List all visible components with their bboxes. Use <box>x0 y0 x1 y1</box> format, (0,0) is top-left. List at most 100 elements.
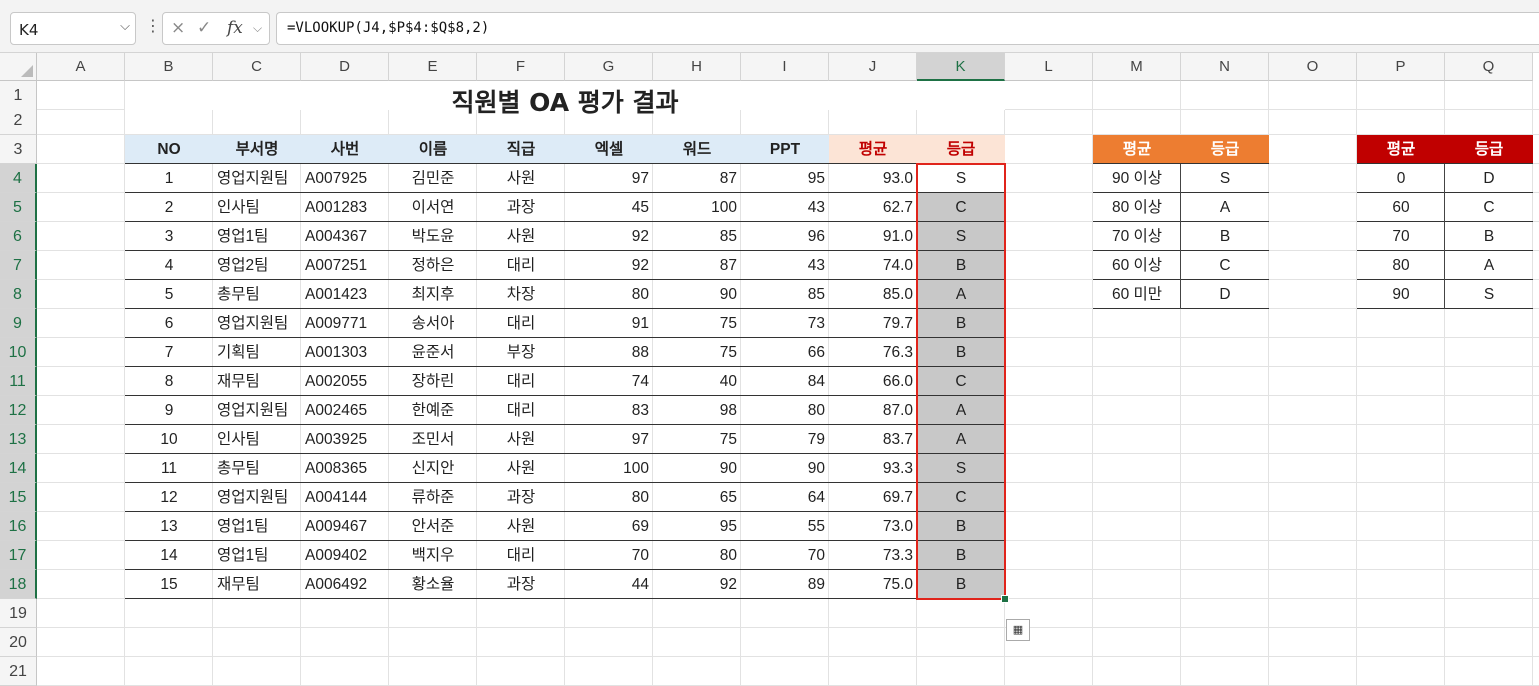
row-header-12[interactable]: 12 <box>0 396 37 425</box>
table-cell[interactable]: 69.7 <box>829 483 917 512</box>
table-cell[interactable]: A002465 <box>301 396 389 425</box>
table-cell[interactable]: 영업지원팀 <box>213 396 301 425</box>
row-header-9[interactable]: 9 <box>0 309 37 338</box>
table-cell[interactable]: 76.3 <box>829 338 917 367</box>
table-cell[interactable]: 대리 <box>477 309 565 338</box>
row-header-20[interactable]: 20 <box>0 628 37 657</box>
table-cell[interactable]: 백지우 <box>389 541 477 570</box>
table-cell[interactable]: 영업1팀 <box>213 512 301 541</box>
table-cell[interactable]: 영업지원팀 <box>213 483 301 512</box>
row-header-16[interactable]: 16 <box>0 512 37 541</box>
quick-analysis-icon[interactable]: ▦ <box>1006 619 1030 641</box>
grade-table-2-cell[interactable]: C <box>1445 193 1533 222</box>
table-cell[interactable]: 85 <box>653 222 741 251</box>
table-cell[interactable]: 80 <box>565 280 653 309</box>
table-cell[interactable]: 84 <box>741 367 829 396</box>
column-header-d[interactable]: D <box>301 53 389 81</box>
grade-table-2-cell[interactable]: S <box>1445 280 1533 309</box>
grade-table-1-cell[interactable]: B <box>1181 222 1269 251</box>
table-cell[interactable]: 4 <box>125 251 213 280</box>
row-header-21[interactable]: 21 <box>0 657 37 686</box>
row-header-6[interactable]: 6 <box>0 222 37 251</box>
table-cell[interactable]: 황소율 <box>389 570 477 599</box>
table-cell[interactable]: 사원 <box>477 425 565 454</box>
column-header-g[interactable]: G <box>565 53 653 81</box>
column-header-q[interactable]: Q <box>1445 53 1533 81</box>
table-cell[interactable]: 8 <box>125 367 213 396</box>
table-cell[interactable]: 79 <box>741 425 829 454</box>
table-cell[interactable]: 69 <box>565 512 653 541</box>
table-cell[interactable]: 74 <box>565 367 653 396</box>
table-cell[interactable]: 최지후 <box>389 280 477 309</box>
table-cell[interactable]: 12 <box>125 483 213 512</box>
table-cell[interactable]: 73.0 <box>829 512 917 541</box>
row-header-11[interactable]: 11 <box>0 367 37 396</box>
table-cell[interactable]: 13 <box>125 512 213 541</box>
table-cell[interactable]: 15 <box>125 570 213 599</box>
table-cell[interactable]: 100 <box>565 454 653 483</box>
table-cell[interactable]: A007251 <box>301 251 389 280</box>
table-cell[interactable]: 92 <box>653 570 741 599</box>
table-cell[interactable]: 87 <box>653 251 741 280</box>
column-header-e[interactable]: E <box>389 53 477 81</box>
table-cell[interactable]: 66 <box>741 338 829 367</box>
table-cell[interactable]: 75 <box>653 338 741 367</box>
column-header-k[interactable]: K <box>917 53 1005 81</box>
grade-table-2-cell[interactable]: 90 <box>1357 280 1445 309</box>
table-cell[interactable]: 대리 <box>477 396 565 425</box>
column-header-n[interactable]: N <box>1181 53 1269 81</box>
table-cell[interactable]: A009402 <box>301 541 389 570</box>
table-cell[interactable]: 사원 <box>477 222 565 251</box>
table-cell[interactable]: 사원 <box>477 164 565 193</box>
table-cell[interactable]: 98 <box>653 396 741 425</box>
grade-table-2-cell[interactable]: 70 <box>1357 222 1445 251</box>
table-cell[interactable]: A002055 <box>301 367 389 396</box>
active-cell[interactable] <box>917 164 1005 193</box>
column-header-i[interactable]: I <box>741 53 829 81</box>
table-cell[interactable]: 과장 <box>477 193 565 222</box>
row-header-5[interactable]: 5 <box>0 193 37 222</box>
table-cell[interactable]: 44 <box>565 570 653 599</box>
row-header-14[interactable]: 14 <box>0 454 37 483</box>
table-cell[interactable]: 류하준 <box>389 483 477 512</box>
table-cell[interactable]: 97 <box>565 425 653 454</box>
table-cell[interactable]: 45 <box>565 193 653 222</box>
row-header-2[interactable]: 2 <box>0 106 37 135</box>
table-cell[interactable]: A009771 <box>301 309 389 338</box>
column-header-p[interactable]: P <box>1357 53 1445 81</box>
table-cell[interactable]: 이서연 <box>389 193 477 222</box>
table-cell[interactable]: 14 <box>125 541 213 570</box>
table-cell[interactable]: 한예준 <box>389 396 477 425</box>
table-cell[interactable]: 73.3 <box>829 541 917 570</box>
table-cell[interactable]: 인사팀 <box>213 193 301 222</box>
table-cell[interactable]: 96 <box>741 222 829 251</box>
table-cell[interactable]: 65 <box>653 483 741 512</box>
table-cell[interactable]: A004144 <box>301 483 389 512</box>
table-cell[interactable]: 85.0 <box>829 280 917 309</box>
table-cell[interactable]: 85 <box>741 280 829 309</box>
table-cell[interactable]: 95 <box>653 512 741 541</box>
row-header-3[interactable]: 3 <box>0 135 37 164</box>
table-cell[interactable]: A003925 <box>301 425 389 454</box>
table-cell[interactable]: 인사팀 <box>213 425 301 454</box>
row-header-13[interactable]: 13 <box>0 425 37 454</box>
table-cell[interactable]: 영업2팀 <box>213 251 301 280</box>
table-cell[interactable]: 80 <box>653 541 741 570</box>
grade-table-1-cell[interactable]: 60 미만 <box>1093 280 1181 309</box>
column-header-l[interactable]: L <box>1005 53 1093 81</box>
table-cell[interactable]: 7 <box>125 338 213 367</box>
table-cell[interactable]: 80 <box>565 483 653 512</box>
table-cell[interactable]: 88 <box>565 338 653 367</box>
grade-table-1-cell[interactable]: S <box>1181 164 1269 193</box>
selection-range[interactable] <box>916 163 1006 600</box>
table-cell[interactable]: 총무팀 <box>213 454 301 483</box>
table-cell[interactable]: 윤준서 <box>389 338 477 367</box>
table-cell[interactable]: 92 <box>565 222 653 251</box>
row-header-15[interactable]: 15 <box>0 483 37 512</box>
table-cell[interactable]: 89 <box>741 570 829 599</box>
chevron-down-icon[interactable]: ⌵ <box>253 21 262 36</box>
table-cell[interactable]: 95 <box>741 164 829 193</box>
table-cell[interactable]: 79.7 <box>829 309 917 338</box>
table-cell[interactable]: 조민서 <box>389 425 477 454</box>
table-cell[interactable]: 신지안 <box>389 454 477 483</box>
